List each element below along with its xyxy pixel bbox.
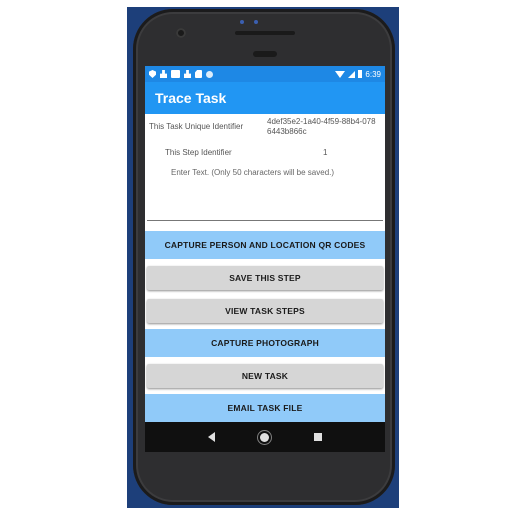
front-camera: [176, 28, 186, 38]
notification-icons: [149, 70, 213, 78]
new-task-button[interactable]: NEW TASK: [147, 364, 383, 388]
task-uid-value: 4def35e2-1a40-4f59-88b4-0786443b866c: [267, 117, 376, 136]
photo-icon: [171, 70, 180, 78]
task-uid-label: This Task Unique Identifier: [149, 122, 244, 131]
speaker-grille: [235, 31, 295, 35]
home-icon[interactable]: [259, 432, 269, 442]
person-icon: [160, 70, 167, 78]
wifi-icon: [335, 70, 346, 78]
status-bar: 6:39: [145, 66, 385, 82]
sd-card-icon: [195, 70, 202, 78]
person-icon: [184, 70, 191, 78]
save-step-button[interactable]: SAVE THIS STEP: [147, 266, 383, 290]
step-id-value: 1: [323, 148, 328, 157]
app-title: Trace Task: [155, 90, 227, 106]
sensor-dot: [254, 20, 258, 24]
step-id-label: This Step Identifier: [165, 148, 232, 157]
capture-photo-button[interactable]: CAPTURE PHOTOGRAPH: [145, 329, 385, 357]
recent-apps-icon[interactable]: [314, 433, 323, 441]
text-input-underline[interactable]: [147, 220, 383, 221]
battery-icon: [358, 70, 363, 78]
capture-qr-button[interactable]: CAPTURE PERSON AND LOCATION QR CODES: [145, 231, 385, 259]
text-input-hint[interactable]: Enter Text. (Only 50 characters will be …: [171, 168, 334, 177]
back-icon[interactable]: [207, 432, 215, 442]
sensor-dot: [240, 20, 244, 24]
phone-screen: 6:39 Trace Task This Task Unique Identif…: [145, 66, 385, 452]
email-task-button[interactable]: EMAIL TASK FILE: [145, 394, 385, 422]
signal-icon: [348, 70, 356, 78]
navigation-bar: [145, 422, 385, 452]
earpiece: [253, 51, 277, 57]
clock: 6:39: [365, 69, 381, 79]
app-bar: Trace Task: [145, 82, 385, 114]
view-steps-button[interactable]: VIEW TASK STEPS: [147, 299, 383, 323]
system-status: 6:39: [335, 70, 381, 79]
shield-icon: [149, 70, 156, 78]
circle-icon: [206, 70, 213, 78]
